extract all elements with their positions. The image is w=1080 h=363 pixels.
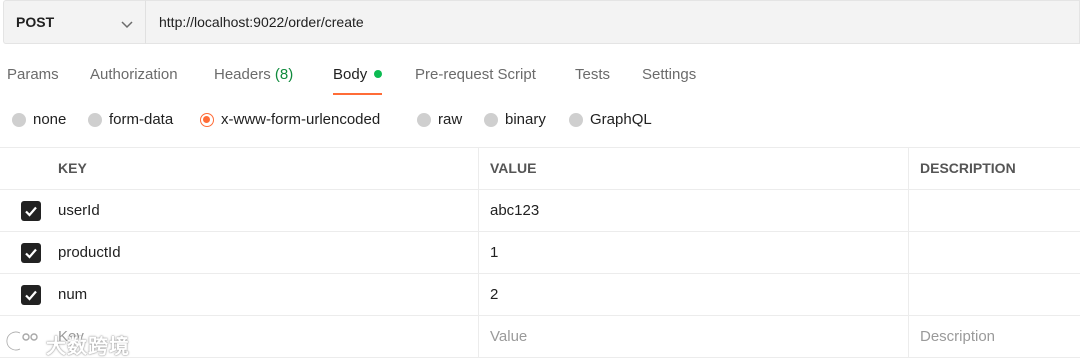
row-checkbox-cell — [0, 232, 47, 273]
tab-label: Pre-request Script — [415, 66, 536, 83]
description-cell[interactable] — [908, 274, 1080, 315]
tab-tests[interactable]: Tests — [575, 66, 610, 83]
table-row: userId abc123 — [0, 190, 1080, 232]
table-row-new: Key Value Description — [0, 316, 1080, 358]
watermark-text: 大数跨境 — [46, 336, 130, 358]
tab-authorization[interactable]: Authorization — [90, 66, 178, 83]
radio-label: GraphQL — [590, 111, 652, 128]
method-label: POST — [16, 14, 55, 30]
watermark-logo-icon — [5, 329, 42, 358]
radio-circle-icon — [569, 113, 583, 127]
tab-label: Authorization — [90, 66, 178, 83]
tab-headers[interactable]: Headers (8) — [214, 66, 293, 83]
value-cell[interactable]: 1 — [478, 232, 909, 273]
key-cell[interactable]: userId — [47, 190, 478, 231]
value-input[interactable]: Value — [478, 316, 909, 357]
tab-body[interactable]: Body — [333, 66, 383, 95]
radio-circle-icon — [417, 113, 431, 127]
params-table: KEY VALUE DESCRIPTION userId abc123 prod… — [0, 147, 1080, 358]
radio-label: binary — [505, 111, 546, 128]
checkbox-checked-icon[interactable] — [21, 243, 41, 263]
headers-count: (8) — [274, 66, 294, 83]
header-checkbox-col — [0, 148, 47, 189]
radio-circle-icon — [88, 113, 102, 127]
method-select[interactable]: POST — [3, 0, 145, 44]
tab-label: Settings — [642, 66, 697, 83]
tab-params[interactable]: Params — [7, 66, 59, 83]
table-row: num 2 — [0, 274, 1080, 316]
row-checkbox-cell — [0, 190, 47, 231]
tab-label: Tests — [575, 66, 611, 83]
body-type-options: none form-data x-www-form-urlencoded raw… — [0, 111, 1080, 133]
radio-label: x-www-form-urlencoded — [221, 111, 381, 128]
tab-label: Body — [333, 66, 368, 83]
tab-label: Params — [7, 66, 59, 83]
active-dot-icon — [374, 70, 383, 78]
request-tabs: Params Authorization Headers (8) Body Pr… — [0, 66, 1080, 98]
url-input[interactable]: http://localhost:9022/order/create — [145, 0, 1080, 44]
header-value: VALUE — [478, 148, 909, 189]
radio-selected-icon — [200, 113, 214, 127]
radio-label: none — [33, 111, 67, 128]
description-input[interactable]: Description — [908, 316, 1080, 357]
chevron-down-icon — [121, 16, 133, 34]
value-cell[interactable]: 2 — [478, 274, 909, 315]
tab-label: Headers — [214, 66, 271, 83]
radio-circle-icon — [484, 113, 498, 127]
table-header-row: KEY VALUE DESCRIPTION — [0, 147, 1080, 190]
radio-label: form-data — [109, 111, 174, 128]
header-key: KEY — [58, 160, 87, 176]
radio-label: raw — [438, 111, 463, 128]
tab-pre-request-script[interactable]: Pre-request Script — [415, 66, 536, 83]
header-description: DESCRIPTION — [908, 148, 1080, 189]
description-cell[interactable] — [908, 190, 1080, 231]
row-checkbox-cell — [0, 274, 47, 315]
value-cell[interactable]: abc123 — [478, 190, 909, 231]
request-bar: POST http://localhost:9022/order/create — [0, 0, 1080, 46]
radio-circle-icon — [12, 113, 26, 127]
key-cell[interactable]: num — [47, 274, 478, 315]
table-row: productId 1 — [0, 232, 1080, 274]
url-text: http://localhost:9022/order/create — [159, 14, 364, 30]
tab-settings[interactable]: Settings — [642, 66, 696, 83]
active-tab-underline — [333, 93, 383, 95]
checkbox-checked-icon[interactable] — [21, 201, 41, 221]
description-cell[interactable] — [908, 232, 1080, 273]
checkbox-checked-icon[interactable] — [21, 285, 41, 305]
key-cell[interactable]: productId — [47, 232, 478, 273]
